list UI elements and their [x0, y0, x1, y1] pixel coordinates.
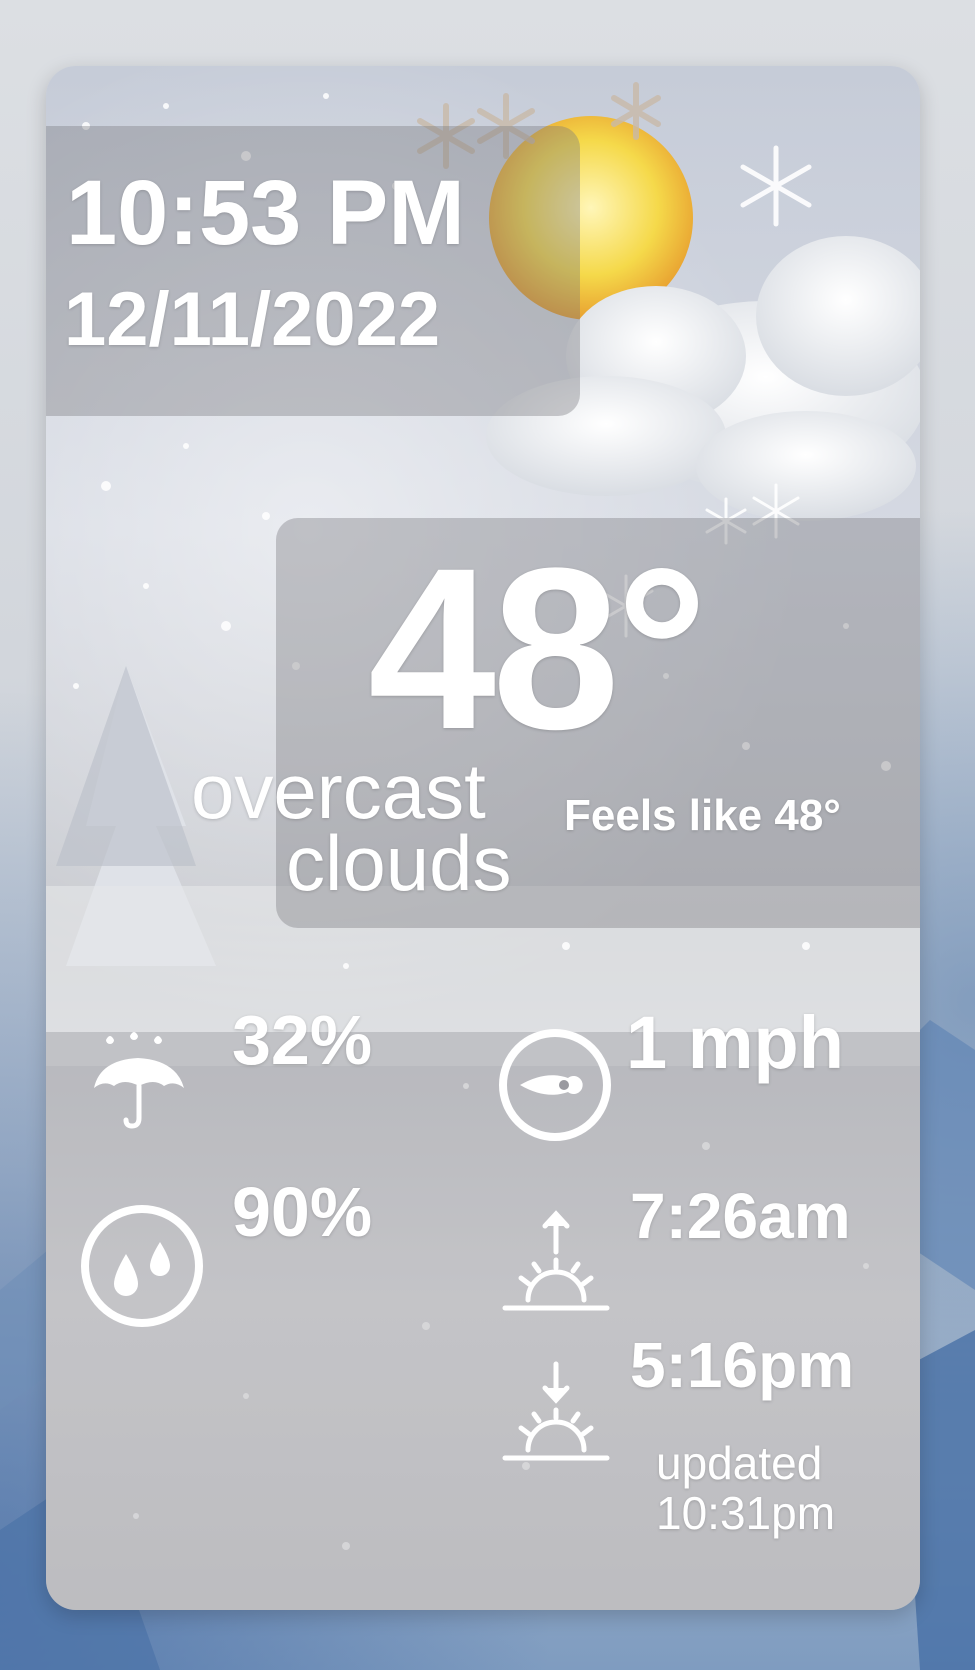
feels-like: Feels like 48° — [564, 791, 841, 840]
wind-compass-icon — [499, 1029, 611, 1141]
sunrise-time: 7:26am — [630, 1180, 851, 1252]
precipitation-value: 32% — [232, 1001, 373, 1079]
humidity-drops-icon — [81, 1205, 203, 1327]
wind-value: 1 mph — [626, 1001, 844, 1084]
umbrella-rain-icon — [94, 1032, 184, 1129]
updated-time: 10:31pm — [656, 1487, 836, 1539]
temperature-value: 48° — [368, 520, 708, 777]
current-date: 12/11/2022 — [64, 277, 441, 362]
condition-line-2: clouds — [286, 819, 512, 907]
sunset-icon — [502, 1361, 610, 1461]
updated-label: updated — [656, 1437, 823, 1489]
humidity-value: 90% — [232, 1173, 373, 1251]
current-time: 10:53 PM — [66, 162, 465, 264]
weather-widget: 10:53 PM 12/11/2022 48° overcast clouds … — [46, 66, 920, 1610]
sunrise-icon — [502, 1210, 610, 1311]
sunset-time: 5:16pm — [630, 1329, 855, 1401]
